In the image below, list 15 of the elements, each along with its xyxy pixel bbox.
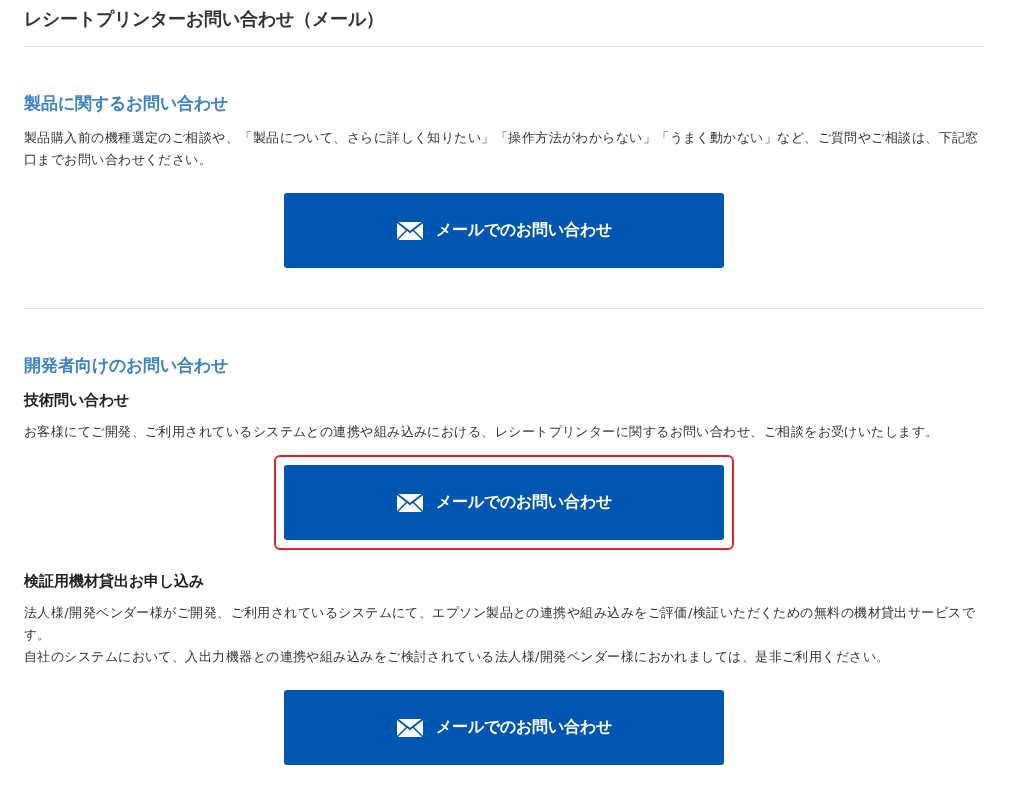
mail-contact-button[interactable]: メールでのお問い合わせ bbox=[284, 193, 724, 268]
section-heading: 製品に関するお問い合わせ bbox=[24, 92, 229, 115]
envelope-icon bbox=[396, 717, 424, 738]
mail-contact-button[interactable]: メールでのお問い合わせ bbox=[284, 465, 724, 540]
envelope-icon bbox=[396, 492, 424, 513]
subsection-heading: 技術問い合わせ bbox=[24, 390, 130, 411]
page-title: レシートプリンターお問い合わせ（メール） bbox=[24, 7, 385, 31]
envelope-icon bbox=[396, 220, 424, 241]
description-text: お客様にてご開発、ご利用されているシステムとの連携や組み込みにおける、レシートプリンターに関するお問い合わせ、ご相談をお受けいたします。 bbox=[24, 423, 940, 441]
description-text: 製品購入前の機種選定のご相談や、「製品について、さらに詳しく知りたい」「操作方法がわからない」「うまく動かない」など、ご質問やご相談は、下記窓口までお問い合わせください。 bbox=[24, 129, 980, 169]
subsection-heading: 検証用機材貸出お申し込み bbox=[24, 571, 205, 592]
description-text: 法人様/開発ベンダー様がご開発、ご利用されているシステムにて、エプソン製品との連携や組み込みをご評価/検証いただくための無料の機材貸出サービスです。 bbox=[24, 604, 977, 644]
description-text: 自社のシステムにおいて、入出力機器との連携や組み込みをご検討されている法人様/開発ベンダー様におかれましては、是非ご利用ください。 bbox=[24, 648, 891, 666]
mail-contact-button[interactable]: メールでのお問い合わせ bbox=[284, 690, 724, 765]
section-heading: 開発者向けのお問い合わせ bbox=[24, 354, 229, 377]
